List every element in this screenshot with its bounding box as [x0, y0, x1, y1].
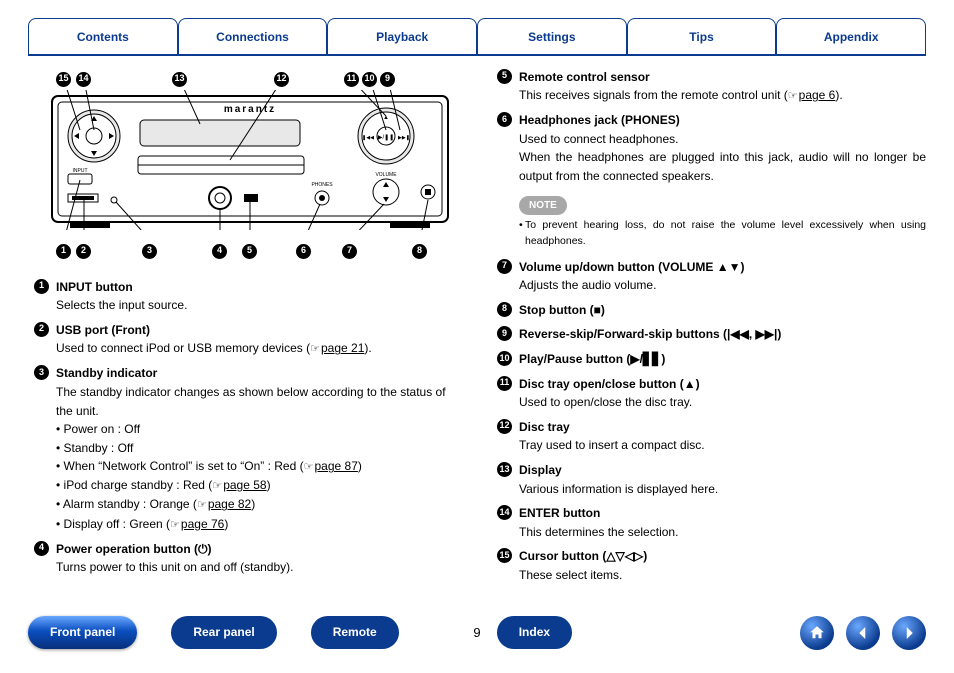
note-text: To prevent hearing loss, do not raise th…: [491, 217, 926, 250]
pageref-87[interactable]: page 87: [304, 459, 358, 473]
entry-11: 11 Disc tray open/close button (▲) Used …: [491, 375, 926, 412]
pageref-82[interactable]: page 82: [197, 497, 251, 511]
brand-label: marantz: [224, 104, 276, 115]
entry-4: 4 Power operation button (⏻) Turns power…: [28, 540, 463, 577]
callout-10: 10: [362, 72, 377, 87]
pageref-21[interactable]: page 21: [310, 341, 364, 355]
bottom-bar: Front panel Rear panel Remote 9 Index: [28, 616, 926, 649]
note-label: NOTE: [519, 196, 567, 216]
svg-text:VOLUME: VOLUME: [375, 172, 397, 178]
entry-3: 3 Standby indicator The standby indicato…: [28, 364, 463, 533]
right-column: 5 Remote control sensor This receives si…: [491, 68, 926, 591]
entry-8: 8 Stop button (■): [491, 301, 926, 320]
entry-12: 12 Disc tray Tray used to insert a compa…: [491, 418, 926, 455]
home-icon[interactable]: [800, 616, 834, 650]
pageref-76[interactable]: page 76: [170, 517, 224, 531]
pageref-6[interactable]: page 6: [788, 88, 836, 102]
nav-rear-panel[interactable]: Rear panel: [171, 616, 276, 649]
callout-9: 9: [380, 72, 395, 87]
entry-2: 2 USB port (Front) Used to connect iPod …: [28, 321, 463, 359]
prev-icon[interactable]: [846, 616, 880, 650]
top-tabs: Contents Connections Playback Settings T…: [28, 18, 926, 56]
callout-3: 3: [142, 244, 157, 259]
callout-6: 6: [296, 244, 311, 259]
tab-appendix[interactable]: Appendix: [776, 18, 926, 54]
callout-7: 7: [342, 244, 357, 259]
tab-settings[interactable]: Settings: [477, 18, 627, 54]
entry-5: 5 Remote control sensor This receives si…: [491, 68, 926, 106]
callout-11: 11: [344, 72, 359, 87]
callout-5: 5: [242, 244, 257, 259]
nav-front-panel[interactable]: Front panel: [28, 616, 137, 649]
entry-1: 1 INPUT button Selects the input source.: [28, 278, 463, 315]
left-column: 15 14 13 12 11 10 9 marantz: [28, 68, 463, 591]
tab-connections[interactable]: Connections: [178, 18, 328, 54]
device-diagram: marantz INPUT: [50, 90, 450, 230]
svg-text:❚◀◀: ❚◀◀: [362, 135, 374, 141]
svg-text:▶/❚❚: ▶/❚❚: [378, 134, 394, 141]
entry-9: 9 Reverse-skip/Forward-skip buttons (|◀◀…: [491, 325, 926, 344]
pageref-58[interactable]: page 58: [212, 478, 266, 492]
entry-7: 7 Volume up/down button (VOLUME ▲▼) Adju…: [491, 258, 926, 295]
nav-remote[interactable]: Remote: [311, 616, 399, 649]
entry-6: 6 Headphones jack (PHONES) Used to conne…: [491, 111, 926, 185]
page-number: 9: [473, 623, 480, 643]
tab-contents[interactable]: Contents: [28, 18, 178, 54]
callout-8: 8: [412, 244, 427, 259]
callout-4: 4: [212, 244, 227, 259]
tab-playback[interactable]: Playback: [327, 18, 477, 54]
entry-14: 14 ENTER button This determines the sele…: [491, 504, 926, 541]
callout-2: 2: [76, 244, 91, 259]
svg-text:INPUT: INPUT: [73, 168, 88, 174]
callout-1: 1: [56, 244, 71, 259]
callout-12: 12: [274, 72, 289, 87]
svg-text:PHONES: PHONES: [311, 182, 333, 188]
nav-index[interactable]: Index: [497, 616, 572, 649]
callout-15: 15: [56, 72, 71, 87]
tab-tips[interactable]: Tips: [627, 18, 777, 54]
callout-13: 13: [172, 72, 187, 87]
entry-15: 15 Cursor button (△▽◁▷) These select ite…: [491, 547, 926, 584]
entry-13: 13 Display Various information is displa…: [491, 461, 926, 498]
entry-10: 10 Play/Pause button (▶/▋▋): [491, 350, 926, 369]
next-icon[interactable]: [892, 616, 926, 650]
callout-14: 14: [76, 72, 91, 87]
svg-text:▶▶❚: ▶▶❚: [398, 135, 410, 141]
